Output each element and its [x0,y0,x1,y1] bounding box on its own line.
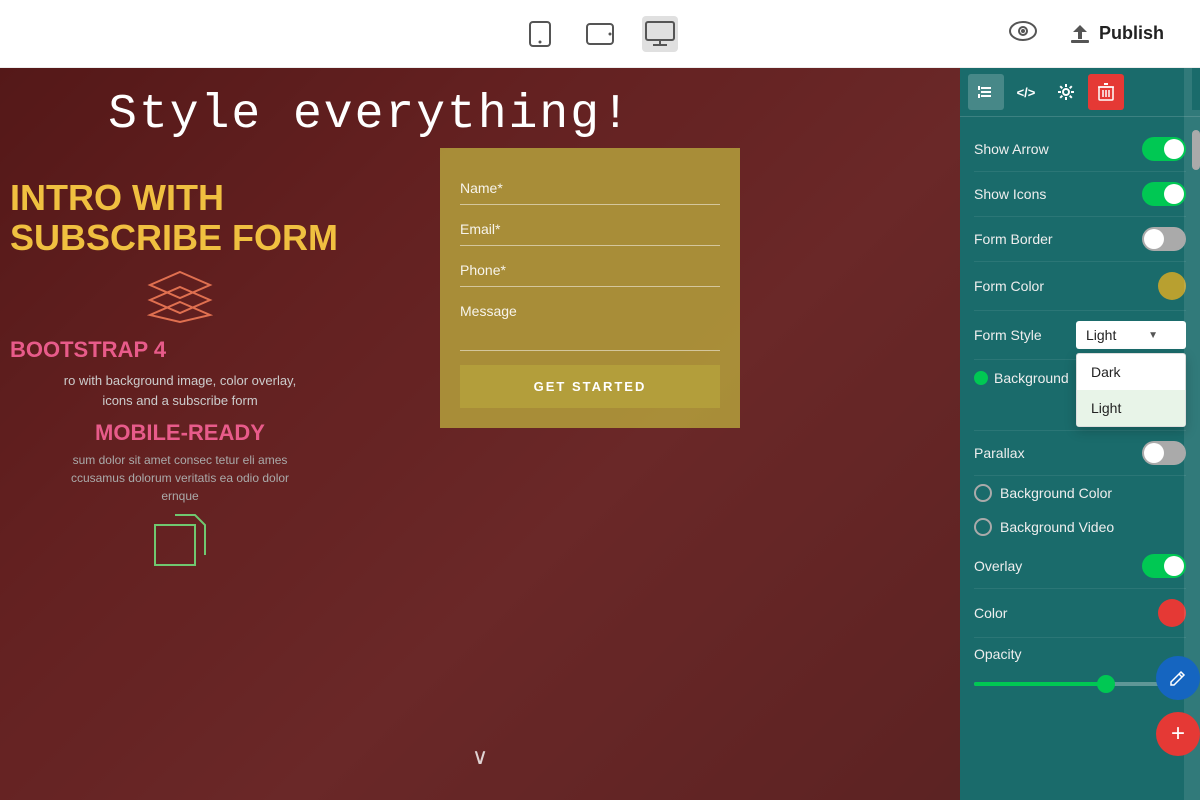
overlay-toggle[interactable] [1142,554,1186,578]
form-border-label: Form Border [974,231,1053,247]
name-field[interactable]: Name* [460,168,720,205]
scroll-down-chevron[interactable]: ∨ [472,744,488,770]
form-style-selected[interactable]: Light ▼ [1076,321,1186,349]
canvas-left-content: INTRO WITH SUBSCRIBE FORM BOOTSTRAP 4 ro… [10,178,350,575]
intro-title: INTRO WITH SUBSCRIBE FORM [10,178,350,257]
panel-scroll[interactable]: Show Arrow Show Icons Form Border Form C… [960,117,1200,800]
parallax-label: Parallax [974,445,1025,461]
opacity-label: Opacity [974,638,1186,666]
show-arrow-label: Show Arrow [974,141,1049,157]
add-icon: + [1171,722,1185,746]
bg-video-radio[interactable] [974,518,992,536]
preview-icon[interactable] [1009,21,1037,47]
mobile-view-button[interactable] [522,16,558,52]
mobile-ready-label: MOBILE-READY [10,420,350,446]
delete-button[interactable] [1088,74,1124,110]
form-color-swatch[interactable] [1158,272,1186,300]
message-field[interactable]: Message [460,291,720,351]
lorem-text: sum dolor sit amet consec tetur eli ames… [10,451,350,505]
form-style-dropdown[interactable]: Light ▼ Dark Light [1076,321,1186,349]
show-icons-label: Show Icons [974,186,1046,202]
parallax-toggle[interactable] [1142,441,1186,465]
edit-fab-button[interactable] [1156,656,1200,700]
overlay-color-swatch[interactable] [1158,599,1186,627]
desktop-view-button[interactable] [642,16,678,52]
opacity-slider[interactable] [974,666,1186,694]
overlay-row: Overlay [974,544,1186,589]
tablet-view-button[interactable] [582,16,618,52]
form-style-label: Form Style [974,327,1042,343]
stack-icon [140,267,220,327]
top-bar: Publish [0,0,1200,68]
main-area: Style everything! INTRO WITH SUBSCRIBE F… [0,68,1200,800]
phone-field[interactable]: Phone* [460,250,720,287]
subscribe-form: Name* Email* Phone* Message GET STARTED [440,148,740,428]
get-started-button[interactable]: GET STARTED [460,365,720,408]
slider-fill [974,682,1101,686]
bg-color-radio[interactable] [974,484,992,502]
form-color-label: Form Color [974,278,1044,294]
sort-button[interactable] [968,74,1004,110]
publish-label: Publish [1099,23,1164,44]
device-switcher [522,16,678,52]
publish-button[interactable]: Publish [1053,15,1180,53]
form-style-row: Form Style Light ▼ Dark Light [974,311,1186,360]
code-button[interactable]: </> [1008,74,1044,110]
bg-video-row: Background Video [974,510,1186,544]
background-label: Background [994,370,1069,386]
panel-toolbar: </> [960,68,1200,117]
bg-video-label: Background Video [1000,519,1114,535]
overlay-label: Overlay [974,558,1022,574]
dropdown-option-light[interactable]: Light [1077,390,1185,426]
show-icons-toggle[interactable] [1142,182,1186,206]
scrollbar-thumb [1192,130,1200,170]
bg-color-row: Background Color [974,476,1186,510]
color-row: Color [974,589,1186,638]
show-arrow-toggle[interactable] [1142,137,1186,161]
form-style-dropdown-popup: Dark Light [1076,353,1186,427]
bg-color-label: Background Color [1000,485,1112,501]
canvas: Style everything! INTRO WITH SUBSCRIBE F… [0,68,960,800]
hero-title: Style everything! [0,88,740,142]
form-color-row: Form Color [974,262,1186,311]
background-radio-area: Background [974,370,1069,386]
dropdown-option-dark[interactable]: Dark [1077,354,1185,390]
description-text: ro with background image, color overlay,… [10,371,350,410]
background-radio[interactable] [974,371,988,385]
parallax-row: Parallax [974,431,1186,476]
opacity-row: Opacity [974,638,1186,694]
form-style-value: Light [1086,327,1116,343]
chevron-down-icon: ▼ [1148,330,1158,341]
box-icon-area [10,505,350,575]
slider-track [974,682,1186,686]
top-bar-right: Publish [1009,15,1180,53]
bootstrap-label: BOOTSTRAP 4 [10,337,350,363]
email-field[interactable]: Email* [460,209,720,246]
stack-icon-area [10,267,350,327]
form-border-toggle[interactable] [1142,227,1186,251]
show-arrow-row: Show Arrow [974,127,1186,172]
form-border-row: Form Border [974,217,1186,262]
panel-scrollbar[interactable] [1192,110,1200,800]
box-icon [145,505,215,575]
slider-thumb[interactable] [1097,675,1115,693]
side-panel: </> Sho [960,68,1200,800]
show-icons-row: Show Icons [974,172,1186,217]
add-fab-button[interactable]: + [1156,712,1200,756]
color-label: Color [974,605,1007,621]
settings-button[interactable] [1048,74,1084,110]
